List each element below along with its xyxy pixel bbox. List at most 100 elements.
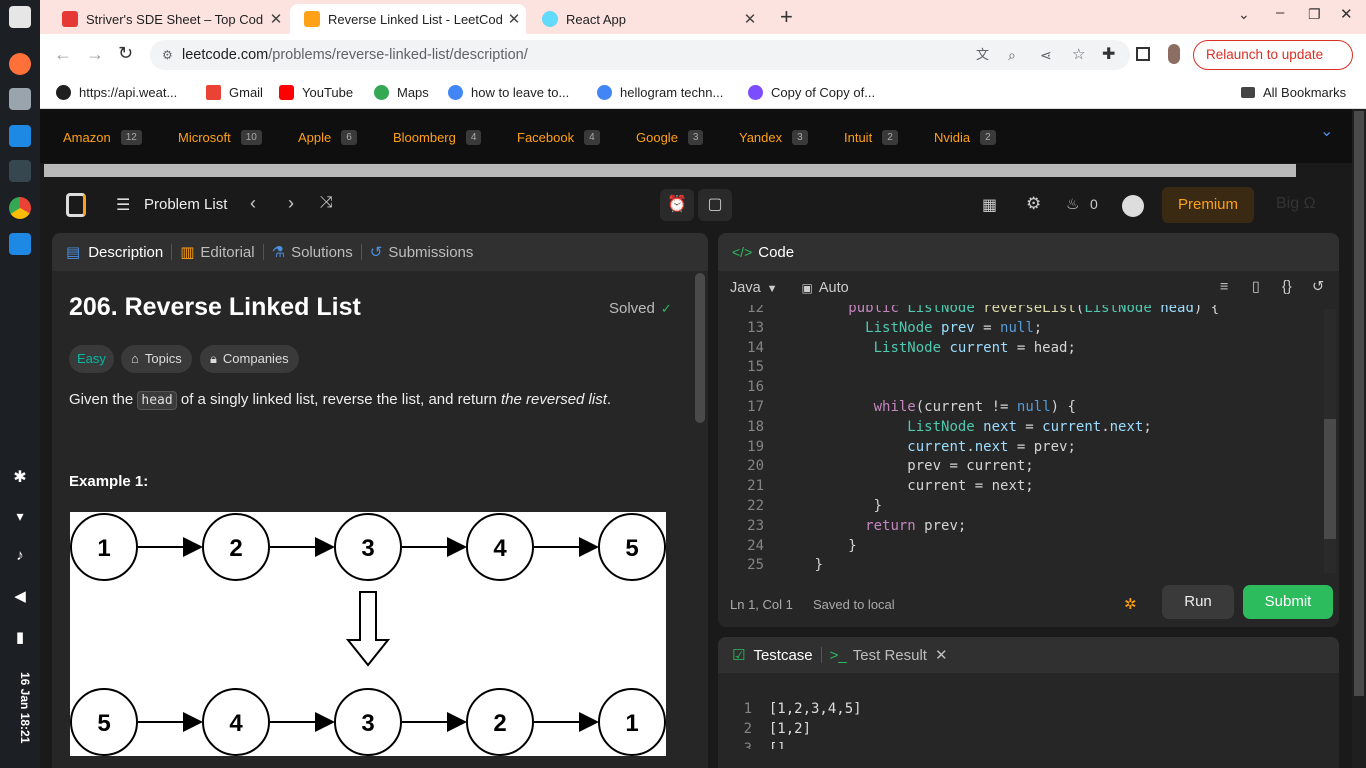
volume-icon[interactable]: ◀ (9, 587, 31, 609)
notification-bell-icon[interactable]: ♪ (9, 547, 31, 569)
tab-description[interactable]: ▤ Description (66, 243, 163, 262)
all-bookmarks[interactable]: All Bookmarks (1241, 82, 1346, 102)
bookmark-star-icon[interactable]: ☆ (1072, 40, 1085, 70)
profile-avatar[interactable] (1168, 44, 1180, 64)
code-line[interactable]: 24 } (718, 536, 857, 556)
debug-icon[interactable]: ✲ (1124, 595, 1137, 613)
chevron-down-icon[interactable]: ⌄ (1320, 121, 1333, 141)
company-tag[interactable]: Facebook 4 (517, 126, 600, 148)
layout-icon[interactable]: ▦ (982, 195, 997, 215)
code-line[interactable]: 12 public ListNode reverseList(ListNode … (718, 305, 1219, 318)
bookmark[interactable]: hellogram techn... (597, 82, 723, 102)
tab-search-icon[interactable]: ⌄ (1238, 6, 1250, 23)
code-line[interactable]: 18 ListNode next = current.next; (718, 417, 1152, 437)
firefox-icon[interactable] (9, 53, 31, 75)
site-info-icon[interactable]: ⚙ (162, 40, 173, 70)
browser-tab[interactable]: React App ✕ (528, 4, 762, 34)
company-tag[interactable]: Microsoft 10 (178, 126, 262, 148)
share-icon[interactable]: ⋖ (1040, 40, 1052, 70)
testcase-line[interactable]: 2 [1,2] (718, 719, 811, 739)
bookmark[interactable]: Copy of Copy of... (748, 82, 875, 102)
wifi-icon[interactable]: ▾ (9, 508, 31, 530)
format-icon[interactable]: ≡ (1220, 279, 1228, 295)
code-line[interactable]: 21 current = next; (718, 476, 1034, 496)
testcase-line[interactable]: 3 [] (718, 739, 786, 749)
zorin-menu-icon[interactable] (9, 6, 31, 28)
horizontal-scrollbar[interactable] (44, 164, 1296, 177)
bookmark-icon[interactable]: ▯ (1252, 279, 1260, 295)
tab-testcase[interactable]: ☑ Testcase (732, 646, 813, 665)
close-icon[interactable]: ✕ (738, 10, 762, 28)
bookmark[interactable]: https://api.weat... (56, 82, 177, 102)
browser-tab-active[interactable]: Reverse Linked List - LeetCode ✕ (290, 4, 526, 34)
auto-mode[interactable]: ▣ Auto (802, 280, 849, 296)
browser-tab[interactable]: Striver's SDE Sheet – Top Coding Intervi… (48, 4, 288, 34)
page-scrollbar-thumb[interactable] (1354, 111, 1364, 696)
settings-gear-icon[interactable]: ⚙ (1026, 194, 1041, 214)
code-line[interactable]: 15 (718, 357, 815, 377)
code-line[interactable]: 20 prev = current; (718, 456, 1034, 476)
vscode-icon[interactable] (9, 233, 31, 255)
clock[interactable]: 16 Jan 18:21 (8, 672, 32, 762)
timer-icon[interactable]: ⏰ (660, 189, 694, 221)
leetcode-logo-icon[interactable] (66, 193, 86, 217)
tab-editorial[interactable]: ▥ Editorial (180, 243, 254, 262)
chrome-icon[interactable] (9, 197, 31, 219)
address-bar[interactable]: ⚙ leetcode.com/problems/reverse-linked-l… (150, 40, 1130, 70)
companies-button[interactable]: 🔒︎ Companies (200, 345, 299, 373)
problem-list-link[interactable]: Problem List (144, 196, 227, 213)
forward-icon[interactable]: → (86, 44, 104, 65)
difficulty-badge[interactable]: Easy (69, 345, 114, 373)
code-line[interactable]: 22 } (718, 496, 882, 516)
code-editor[interactable]: 12 public ListNode reverseList(ListNode … (718, 305, 1322, 573)
language-select[interactable]: Java ▼ (730, 280, 778, 296)
company-tag[interactable]: Google 3 (636, 126, 704, 148)
editor-scrollbar-thumb[interactable] (1324, 419, 1336, 539)
bookmark[interactable]: YouTube (279, 82, 353, 102)
company-tag[interactable]: Apple 6 (298, 126, 357, 148)
bookmark[interactable]: Gmail (206, 82, 263, 102)
premium-button[interactable]: Premium (1162, 187, 1254, 223)
notes-icon[interactable]: ▢ (698, 189, 732, 221)
testcase-line[interactable]: 1 [1,2,3,4,5] (718, 699, 862, 719)
big-o-button[interactable]: Big Ω (1276, 195, 1316, 213)
code-line[interactable]: 14 ListNode current = head; (718, 338, 1076, 358)
shuffle-icon[interactable]: ⤨ (320, 194, 333, 212)
company-tag[interactable]: Nvidia 2 (934, 126, 996, 148)
company-tag[interactable]: Bloomberg 4 (393, 126, 482, 148)
tab-test-result[interactable]: >_ Test Result ✕ (830, 646, 948, 665)
close-icon[interactable]: ✕ (935, 646, 948, 664)
files-icon[interactable] (9, 88, 31, 110)
description-scrollbar[interactable] (695, 273, 705, 423)
side-panel-icon[interactable] (1136, 47, 1150, 61)
close-icon[interactable]: ✕ (502, 10, 526, 28)
code-line[interactable]: 16 (718, 377, 815, 397)
submit-button[interactable]: Submit (1243, 585, 1333, 619)
testcase-input[interactable]: 1 [1,2,3,4,5] 2 [1,2] 3 [] (718, 699, 1328, 749)
code-line[interactable]: 23 return prev; (718, 516, 966, 536)
window-close-icon[interactable]: ✕ (1340, 5, 1353, 23)
zoom-icon[interactable]: ⌕ (1008, 40, 1016, 70)
company-tag[interactable]: Amazon 12 (63, 126, 142, 148)
battery-icon[interactable]: ▮ (9, 628, 31, 650)
new-tab-button[interactable]: + (780, 4, 793, 30)
extensions-icon[interactable]: ✚ (1102, 44, 1115, 64)
topics-button[interactable]: ⌂ Topics (121, 345, 192, 373)
next-problem-icon[interactable]: › (288, 193, 294, 214)
code-line[interactable]: 25 } (718, 555, 823, 573)
tab-solutions[interactable]: ⚗ Solutions (272, 243, 353, 262)
reload-icon[interactable]: ↻ (118, 43, 133, 64)
run-button[interactable]: Run (1162, 585, 1234, 619)
maximize-icon[interactable]: ❐ (1308, 6, 1321, 23)
company-tag[interactable]: Yandex 3 (739, 126, 808, 148)
code-line[interactable]: 19 current.next = prev; (718, 437, 1076, 457)
company-tag[interactable]: Intuit 2 (844, 126, 898, 148)
minimize-icon[interactable]: – (1276, 4, 1284, 21)
reset-icon[interactable]: ↺ (1312, 279, 1324, 295)
bookmark[interactable]: how to leave to... (448, 82, 569, 102)
bluetooth-icon[interactable]: ✱ (9, 467, 31, 489)
close-icon[interactable]: ✕ (264, 10, 288, 28)
tab-submissions[interactable]: ↺ Submissions (370, 243, 474, 262)
code-line[interactable]: 13 ListNode prev = null; (718, 318, 1042, 338)
relaunch-button[interactable]: Relaunch to update (1193, 40, 1353, 70)
